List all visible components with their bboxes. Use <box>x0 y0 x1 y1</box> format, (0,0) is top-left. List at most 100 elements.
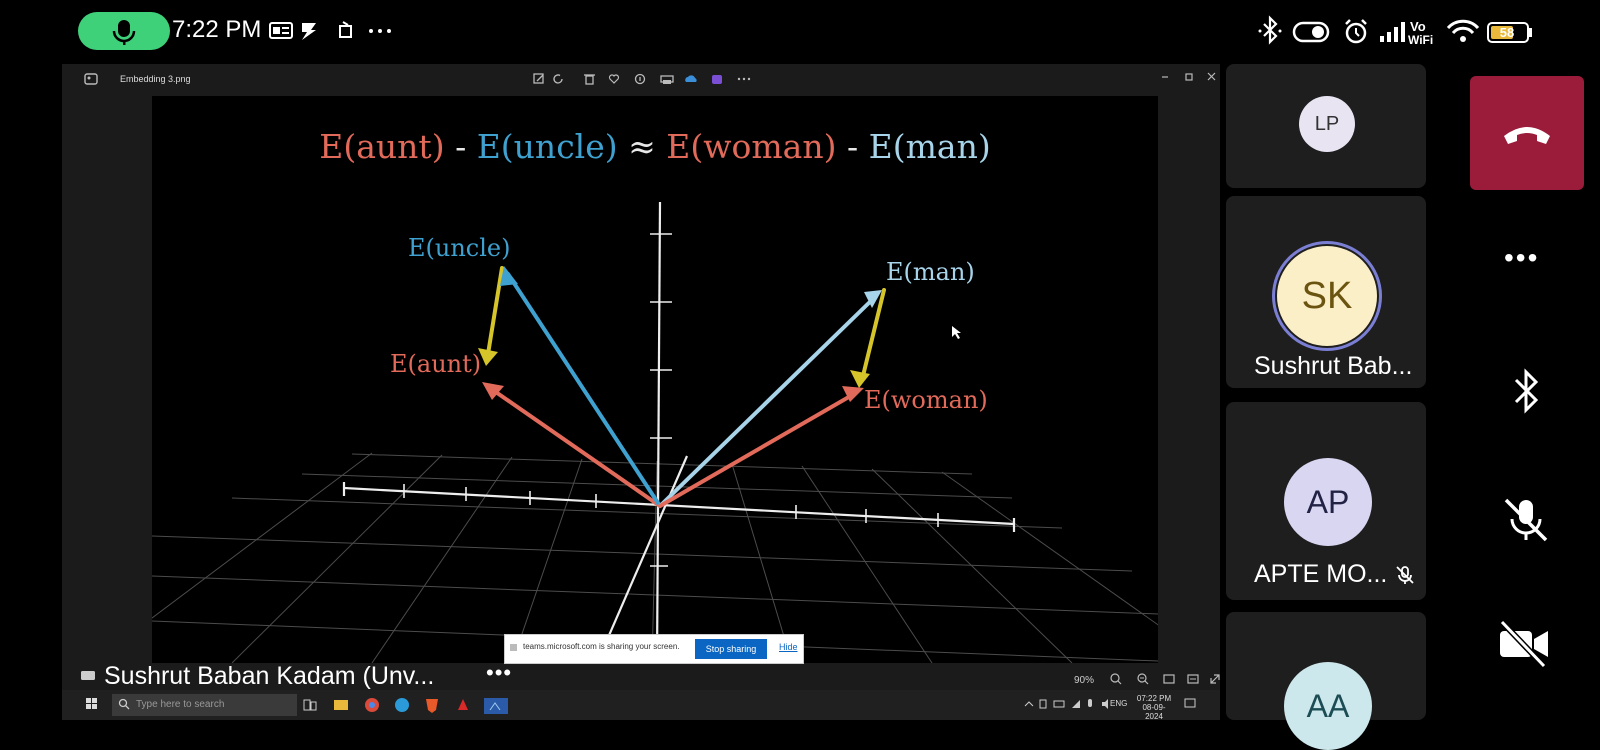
mouse-cursor-icon <box>952 326 961 339</box>
photos-app-icon <box>84 73 98 85</box>
restore-icon <box>1185 73 1193 81</box>
label-woman: E(woman) <box>864 386 988 414</box>
taskbar-search-placeholder: Type here to search <box>136 699 225 710</box>
more-options-button[interactable]: ••• <box>1504 242 1539 274</box>
stop-sharing-button[interactable]: Stop sharing <box>695 639 767 659</box>
fit-icon <box>1163 674 1175 684</box>
battery-tray-icon <box>1053 700 1065 708</box>
avatar: AP <box>1284 458 1372 546</box>
mute-button[interactable] <box>1500 494 1552 546</box>
mic-off-icon <box>1504 498 1548 542</box>
camera-off-icon <box>1499 619 1548 669</box>
bluetooth-icon <box>1258 15 1282 45</box>
zoom-controls[interactable] <box>1108 672 1220 686</box>
bluetooth-audio-button[interactable] <box>1506 368 1546 414</box>
notifications-icon[interactable] <box>1184 698 1196 710</box>
fullscreen-icon <box>1210 674 1220 684</box>
more-icon <box>369 29 391 33</box>
end-call-button[interactable] <box>1470 76 1584 190</box>
presenter-more-button[interactable]: ••• <box>486 660 512 686</box>
brave-icon <box>426 699 438 713</box>
taskbar-clock[interactable]: 07:22 PM 08-09-2024 <box>1134 694 1174 721</box>
presenter-name: Sushrut Baban Kadam (Unv... <box>104 662 435 690</box>
favorite-icon <box>608 74 620 84</box>
file-explorer-icon <box>334 700 348 710</box>
taskbar-time: 07:22 PM <box>1136 694 1172 703</box>
notification-icon <box>339 21 352 38</box>
more-icon <box>737 77 751 81</box>
participant-name: APTE MO... <box>1254 560 1388 588</box>
rotate-icon <box>553 74 563 84</box>
signal-icon <box>1380 22 1405 42</box>
network-type-top: Vo <box>1410 19 1426 34</box>
drag-handle-icon[interactable] <box>510 644 517 651</box>
edit-icon <box>533 73 544 84</box>
filmstrip-icon <box>1187 674 1199 684</box>
avatar: SK <box>1277 246 1377 346</box>
mic-icon <box>112 20 136 45</box>
delete-icon <box>584 74 595 85</box>
status-time: 7:22 PM <box>172 16 262 43</box>
data-saver-icon <box>1292 21 1330 43</box>
taskbar-date: 08-09-2024 <box>1142 703 1166 721</box>
zoom-out-icon <box>1110 673 1122 685</box>
status-right-icons: Vo WiFi 58 <box>1258 15 1532 47</box>
participant-tile-aa[interactable]: AA <box>1226 612 1426 750</box>
embedding-figure: E(aunt) - E(uncle) ≈ E(woman) - E(man) E… <box>152 96 1158 663</box>
end-call-icon <box>1504 127 1550 144</box>
participant-tile-ap[interactable]: AP APTE MO... <box>1226 402 1426 600</box>
battery-level: 58 <box>1500 25 1514 40</box>
window-controls[interactable] <box>1156 70 1220 84</box>
onedrive-icon <box>685 75 697 82</box>
label-aunt: E(aunt) <box>390 350 481 378</box>
gallery-icon <box>269 22 293 39</box>
arrowheads <box>478 266 882 402</box>
hide-banner-link[interactable]: Hide <box>779 642 798 652</box>
tray-mic-icon <box>1088 699 1092 707</box>
label-man: E(man) <box>886 258 975 286</box>
viewer-toolbar[interactable] <box>532 72 762 86</box>
edge-icon <box>395 698 409 712</box>
app-icon <box>302 23 316 40</box>
zoom-level: 90% <box>1074 675 1095 686</box>
aunt-vector <box>488 386 662 508</box>
network-type-bottom: WiFi <box>1408 33 1433 47</box>
info-icon <box>634 73 646 85</box>
volume-icon <box>1102 699 1108 709</box>
windows-start-icon[interactable] <box>86 698 98 710</box>
search-icon <box>118 698 130 710</box>
close-icon <box>1207 72 1216 81</box>
screen-share-icon <box>81 671 95 680</box>
chevron-up-icon <box>1024 701 1034 707</box>
photos-taskbar-icon <box>484 698 508 714</box>
participant-tile-sk[interactable]: SK Sushrut Bab... <box>1226 196 1426 388</box>
camera-button[interactable] <box>1496 618 1552 670</box>
equation-title: E(aunt) - E(uncle) ≈ E(woman) - E(man) <box>319 127 990 166</box>
network-icon <box>1039 699 1047 709</box>
acrobat-icon <box>458 699 468 710</box>
vector-diagram: E(aunt) - E(uncle) ≈ E(woman) - E(man) E… <box>152 127 1158 663</box>
screen-share-banner: teams.microsoft.com is sharing your scre… <box>504 634 804 664</box>
avatar: LP <box>1299 96 1355 152</box>
taskbar-apps[interactable] <box>300 694 540 718</box>
alarm-icon <box>1345 19 1367 44</box>
uncle-vector <box>506 272 662 508</box>
bluetooth-icon <box>1514 368 1539 414</box>
clipchamp-icon <box>712 75 722 84</box>
status-left-icons <box>269 21 391 40</box>
label-uncle: E(uncle) <box>408 234 510 262</box>
participant-name: Sushrut Bab... <box>1254 352 1413 380</box>
grid-floor <box>152 452 1158 663</box>
battery-icon: 58 <box>1487 22 1532 43</box>
share-banner-text: teams.microsoft.com is sharing your scre… <box>523 642 680 651</box>
language-indicator[interactable]: ENG <box>1110 699 1127 708</box>
task-view-icon <box>303 699 317 711</box>
mic-status-pill[interactable] <box>78 12 170 50</box>
tray-wifi-icon <box>1072 700 1080 708</box>
print-icon <box>660 75 674 84</box>
window-title: Embedding 3.png <box>120 74 191 84</box>
avatar: AA <box>1284 662 1372 750</box>
wifi-icon <box>1446 19 1480 42</box>
uncle-to-aunt-vector <box>486 266 504 356</box>
participant-tile-lp[interactable]: LP <box>1226 64 1426 188</box>
